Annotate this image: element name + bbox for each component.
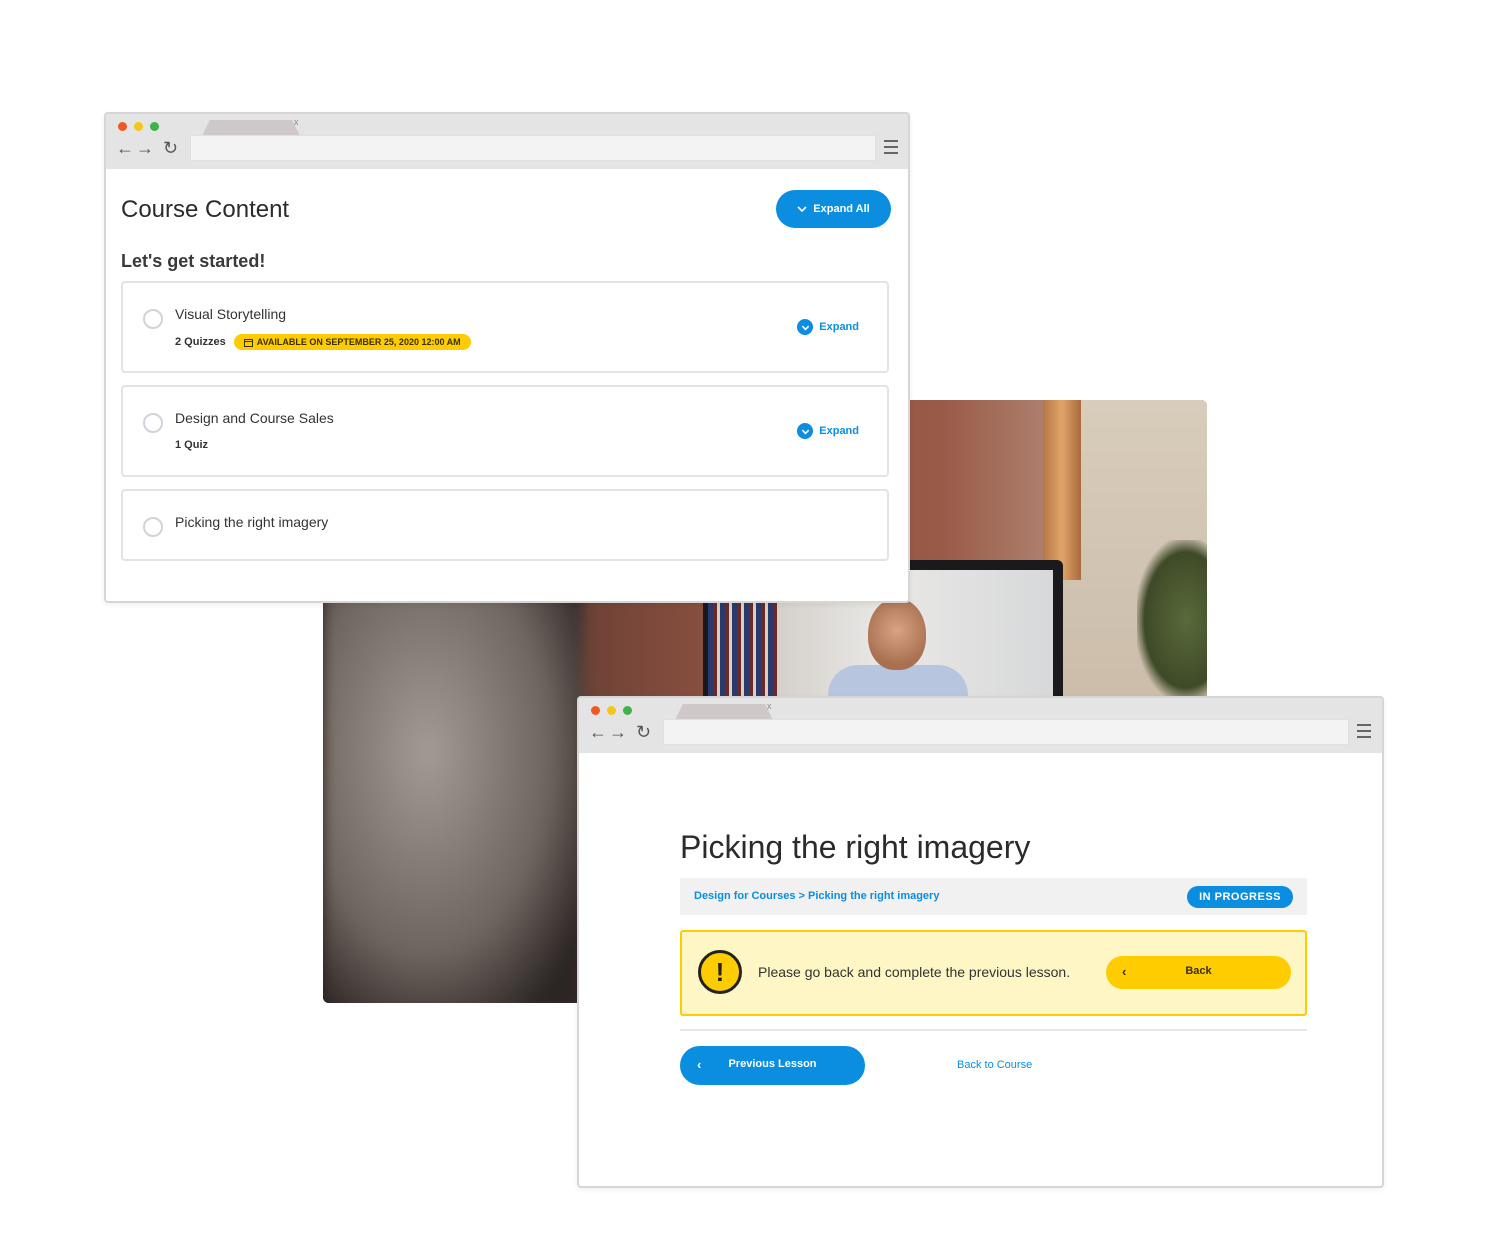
forward-arrow-icon[interactable]: → [609, 722, 629, 742]
back-button-label: Back [1185, 965, 1212, 977]
lesson-item[interactable]: Picking the right imagery [121, 489, 889, 561]
expand-button[interactable]: Expand [797, 423, 859, 439]
expand-all-label: Expand All [813, 203, 870, 215]
availability-badge: AVAILABLE ON SEPTEMBER 25, 2020 12:00 AM [233, 334, 471, 350]
address-bar[interactable] [663, 719, 1349, 745]
breadcrumb: Design for Courses > Picking the right i… [680, 878, 1307, 915]
chevron-down-icon [797, 423, 814, 439]
close-window-dot[interactable] [591, 706, 600, 715]
back-arrow-icon[interactable]: ← [589, 722, 609, 742]
previous-lesson-button[interactable]: ‹ Previous Lesson [680, 1046, 865, 1085]
prerequisite-alert: ! Please go back and complete the previo… [680, 930, 1307, 1016]
lesson-item[interactable]: Design and Course Sales 1 Quiz Expand [121, 385, 889, 477]
tab-close-icon[interactable]: x [767, 701, 772, 711]
lesson-status-circle [143, 309, 163, 329]
expand-all-button[interactable]: Expand All [776, 190, 891, 228]
back-arrow-icon[interactable]: ← [116, 138, 136, 158]
lesson-meta: 2 Quizzes AVAILABLE ON SEPTEMBER 25, 202… [175, 334, 471, 350]
forward-arrow-icon[interactable]: → [136, 138, 156, 158]
lesson-name: Design and Course Sales [175, 410, 334, 426]
warning-icon: ! [698, 950, 742, 994]
browser-tab[interactable] [202, 120, 300, 136]
close-window-dot[interactable] [118, 122, 127, 131]
browser-nav: ←→ ↻ [589, 722, 653, 743]
course-content-window: x ←→ ↻ Course Content Expand All Let's g… [104, 112, 910, 603]
browser-tab[interactable] [675, 704, 773, 720]
chevron-down-icon [797, 319, 814, 335]
expand-button[interactable]: Expand [797, 319, 859, 335]
reload-icon[interactable]: ↻ [156, 138, 180, 158]
previous-lesson-label: Previous Lesson [728, 1058, 817, 1070]
maximize-window-dot[interactable] [150, 122, 159, 131]
expand-label: Expand [819, 425, 859, 437]
lesson-status-circle [143, 413, 163, 433]
browser-nav: ←→ ↻ [116, 138, 180, 159]
breadcrumb-course-link[interactable]: Design for Courses [694, 890, 795, 902]
expand-label: Expand [819, 321, 859, 333]
breadcrumb-links: Design for Courses > Picking the right i… [694, 890, 939, 902]
page-title: Course Content [121, 196, 290, 223]
browser-toolbar: x ←→ ↻ [579, 698, 1382, 753]
lesson-name: Picking the right imagery [175, 514, 329, 530]
tab-close-icon[interactable]: x [294, 117, 299, 127]
divider [680, 1029, 1307, 1031]
chevron-down-icon [797, 206, 807, 213]
quiz-count: 2 Quizzes [175, 336, 226, 348]
back-button[interactable]: ‹ Back [1106, 956, 1291, 989]
reload-icon[interactable]: ↻ [629, 722, 653, 742]
minimize-window-dot[interactable] [134, 122, 143, 131]
menu-icon[interactable] [1357, 724, 1371, 738]
lesson-window: x ←→ ↻ Picking the right imagery Design … [577, 696, 1384, 1188]
lesson-item[interactable]: Visual Storytelling 2 Quizzes AVAILABLE … [121, 281, 889, 373]
quiz-count: 1 Quiz [175, 439, 209, 451]
lesson-meta: 1 Quiz [175, 439, 208, 451]
section-heading: Let's get started! [121, 251, 266, 271]
minimize-window-dot[interactable] [607, 706, 616, 715]
lesson-status-circle [143, 517, 163, 537]
lesson-title: Picking the right imagery [680, 829, 1031, 865]
status-badge: IN PROGRESS [1187, 886, 1293, 908]
breadcrumb-lesson-link[interactable]: Picking the right imagery [808, 890, 939, 902]
address-bar[interactable] [190, 135, 876, 161]
breadcrumb-separator: > [798, 890, 805, 902]
browser-toolbar: x ←→ ↻ [106, 114, 908, 169]
calendar-icon [243, 338, 253, 347]
availability-text: AVAILABLE ON SEPTEMBER 25, 2020 12:00 AM [256, 337, 461, 347]
back-to-course-link[interactable]: Back to Course [957, 1059, 1032, 1071]
lesson-name: Visual Storytelling [175, 306, 287, 322]
maximize-window-dot[interactable] [623, 706, 632, 715]
menu-icon[interactable] [884, 140, 898, 154]
alert-message: Please go back and complete the previous… [758, 964, 1071, 980]
